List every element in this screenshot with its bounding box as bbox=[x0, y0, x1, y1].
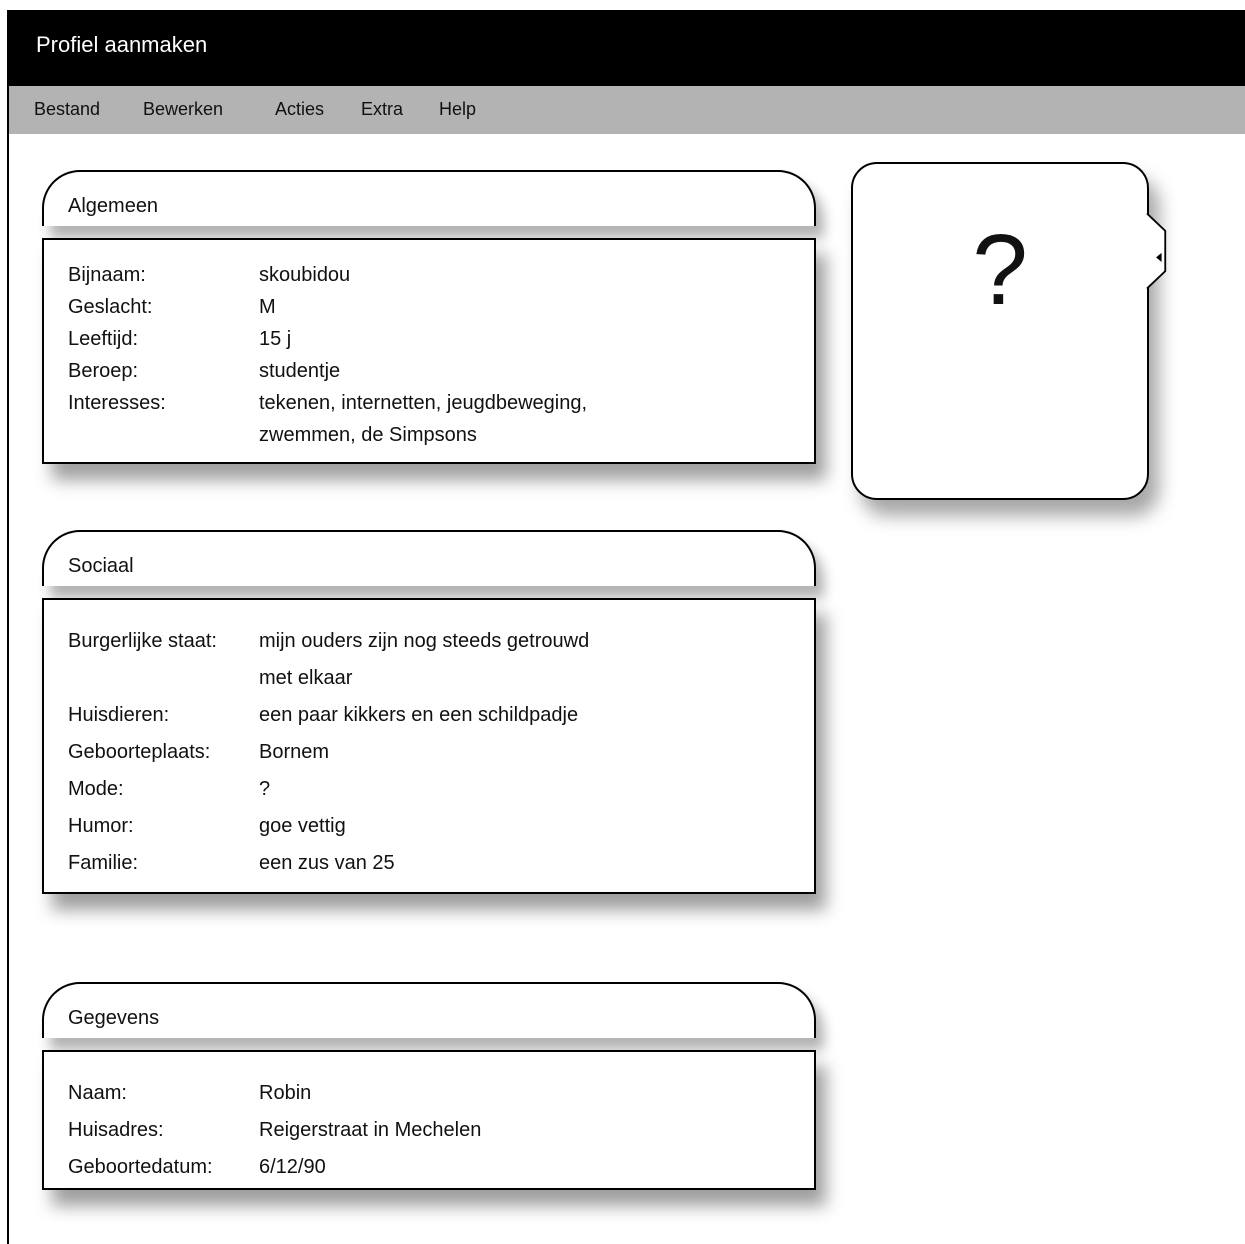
field-label: Geslacht: bbox=[68, 296, 153, 318]
field-label: Mode: bbox=[68, 778, 124, 800]
field-label: Geboortedatum: bbox=[68, 1156, 213, 1178]
field-value: Robin bbox=[259, 1082, 312, 1104]
photo-question-mark: ? bbox=[972, 214, 1028, 326]
section-title: Sociaal bbox=[68, 555, 134, 577]
field-value: skoubidou bbox=[259, 264, 351, 286]
field-value: zwemmen, de Simpsons bbox=[259, 424, 477, 446]
menu-help[interactable]: Help bbox=[439, 99, 476, 120]
field-value: mijn ouders zijn nog steeds getrouwd bbox=[259, 630, 590, 652]
field-value: goe vettig bbox=[259, 815, 346, 837]
field-label: Huisdieren: bbox=[68, 704, 170, 726]
menu-extra[interactable]: Extra bbox=[361, 99, 403, 120]
field-value: ? bbox=[259, 778, 271, 800]
tab-gegevens[interactable]: Gegevens bbox=[42, 982, 816, 1038]
menu-bewerken[interactable]: Bewerken bbox=[143, 99, 223, 120]
gegevens-details: Naam: Robin Huisadres: Reigerstraat in M… bbox=[42, 1050, 816, 1190]
section-title: Gegevens bbox=[68, 1007, 160, 1029]
field-label: Burgerlijke staat: bbox=[68, 630, 217, 652]
field-value: M bbox=[259, 296, 276, 318]
field-label: Geboorteplaats: bbox=[68, 741, 211, 763]
tab-sociaal[interactable]: Sociaal bbox=[42, 530, 816, 586]
section-title: Algemeen bbox=[68, 195, 159, 217]
field-value: 15 j bbox=[259, 328, 292, 350]
field-value: met elkaar bbox=[259, 667, 353, 689]
menu-acties[interactable]: Acties bbox=[275, 99, 324, 120]
menu-bar: Bestand Bewerken Acties Extra Help bbox=[9, 86, 1245, 134]
field-label: Beroep: bbox=[68, 360, 139, 382]
tab-algemeen[interactable]: Algemeen bbox=[42, 170, 816, 226]
field-label: Naam: bbox=[68, 1082, 127, 1104]
profile-photo-placeholder[interactable]: ? bbox=[851, 162, 1149, 500]
algemeen-details: Bijnaam: skoubidou Geslacht: M Leeftijd:… bbox=[42, 238, 816, 464]
sociaal-details: Burgerlijke staat: mijn ouders zijn nog … bbox=[42, 598, 816, 894]
field-value: tekenen, internetten, jeugdbeweging, bbox=[259, 392, 588, 414]
menu-bestand[interactable]: Bestand bbox=[34, 99, 100, 120]
field-value: een paar kikkers en een schildpadje bbox=[259, 704, 579, 726]
field-value: studentje bbox=[259, 360, 341, 382]
title-bar: Profiel aanmaken bbox=[9, 10, 1245, 86]
field-label: Humor: bbox=[68, 815, 134, 837]
field-label: Leeftijd: bbox=[68, 328, 139, 350]
field-label: Bijnaam: bbox=[68, 264, 146, 286]
window-title: Profiel aanmaken bbox=[36, 32, 208, 57]
field-value: Reigerstraat in Mechelen bbox=[259, 1119, 482, 1141]
field-label: Familie: bbox=[68, 852, 139, 874]
field-value: 6/12/90 bbox=[259, 1156, 326, 1178]
field-value: een zus van 25 bbox=[259, 852, 395, 874]
field-label: Interesses: bbox=[68, 392, 166, 414]
collapse-panel-tab[interactable] bbox=[1146, 210, 1168, 292]
field-value: Bornem bbox=[259, 741, 330, 763]
field-label: Huisadres: bbox=[68, 1119, 164, 1141]
